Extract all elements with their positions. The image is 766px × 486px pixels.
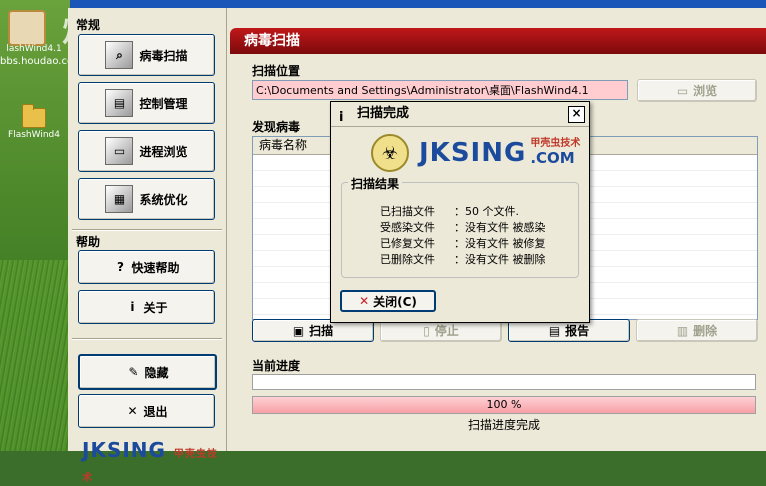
desktop-icon-label: FlashWind4 xyxy=(8,130,60,140)
close-icon: ✕ xyxy=(127,404,138,418)
left-panel: 常规 ⌕ 病毒扫描 ▤ 控制管理 ▭ 进程浏览 ▦ 系统优化 帮助 ? 快速帮助… xyxy=(68,8,227,484)
nav-virus-scan-button[interactable]: ⌕ 病毒扫描 xyxy=(78,34,215,76)
app-title-bar xyxy=(70,0,766,8)
scan-icon: ⌕ xyxy=(105,41,134,69)
result-key: 已删除文件 xyxy=(380,253,435,266)
button-label: 扫描 xyxy=(309,324,334,338)
button-label: 停止 xyxy=(434,324,459,338)
dialog-brand-side: 甲壳虫技术 .COM xyxy=(530,137,581,168)
result-value: ：没有文件 被修复 xyxy=(454,237,546,250)
browse-button[interactable]: ▭ 浏览 xyxy=(637,79,757,102)
watermark-logo-icon xyxy=(8,10,46,46)
result-row-scanned: 已扫描文件 ：50 个文件. xyxy=(380,203,519,219)
progress-percent: 100 % xyxy=(486,398,522,411)
folder-icon xyxy=(22,104,46,128)
brand-text: JKSING xyxy=(82,438,166,462)
button-label: 关闭(C) xyxy=(373,294,417,309)
folder-icon: ▭ xyxy=(676,83,689,98)
progress-label: 当前进度 xyxy=(252,359,301,373)
quick-help-button[interactable]: ? 快速帮助 xyxy=(78,250,215,284)
help-icon: ? xyxy=(117,260,124,274)
brand-logo: JKSING 甲壳虫技术 xyxy=(82,438,226,486)
nav-label: 病毒扫描 xyxy=(139,48,188,63)
divider xyxy=(72,338,222,340)
scan-path-input[interactable]: C:\Documents and Settings\Administrator\… xyxy=(252,80,628,100)
result-value: ：没有文件 被删除 xyxy=(454,253,546,266)
result-key: 已扫描文件 xyxy=(380,205,435,218)
about-button[interactable]: i 关于 xyxy=(78,290,215,324)
nav-control-management-button[interactable]: ▤ 控制管理 xyxy=(78,82,215,124)
dialog-close-button[interactable]: ✕ 关闭(C) xyxy=(340,290,436,312)
dialog-close-icon[interactable]: × xyxy=(568,106,585,123)
group-common-title: 常规 xyxy=(76,18,101,32)
page-title: 病毒扫描 xyxy=(230,28,766,54)
info-icon: i xyxy=(130,300,135,314)
desktop-icon-label: lashWind4.1 xyxy=(6,44,62,54)
monitor-icon: ▭ xyxy=(105,137,134,165)
scan-icon: ▣ xyxy=(292,323,305,338)
exit-button[interactable]: ✕ 退出 xyxy=(78,394,215,428)
button-label: 快速帮助 xyxy=(131,260,180,275)
desktop-icon-flashwind-2[interactable]: FlashWind4 xyxy=(0,104,68,140)
dialog-brand-text: JKSING xyxy=(419,138,527,168)
close-icon: ✕ xyxy=(359,294,370,308)
pin-icon: ✎ xyxy=(128,365,139,379)
result-row-deleted: 已删除文件 ：没有文件 被删除 xyxy=(380,251,546,267)
button-label: 报告 xyxy=(565,324,590,338)
report-icon: ▤ xyxy=(548,323,561,338)
total-progress-bar: 100 % xyxy=(252,396,756,414)
dialog-title: 扫描完成 xyxy=(357,106,410,121)
result-value: ：50 个文件. xyxy=(454,205,519,218)
nav-system-optimize-button[interactable]: ▦ 系统优化 xyxy=(78,178,215,220)
result-key: 受感染文件 xyxy=(380,221,435,234)
nav-label: 系统优化 xyxy=(139,192,188,207)
group-help-title: 帮助 xyxy=(76,235,101,249)
scan-result-group: 扫描结果 已扫描文件 ：50 个文件. 受感染文件 ：没有文件 被感染 已修复文件 ：… xyxy=(341,175,579,278)
scan-result-title: 扫描结果 xyxy=(348,175,403,192)
dialog-brand-logo: ☣ JKSING 甲壳虫技术 .COM xyxy=(371,134,580,172)
dialog-brand-zh: 甲壳虫技术 xyxy=(530,137,581,149)
button-label: 退出 xyxy=(143,404,168,419)
control-icon: ▤ xyxy=(105,89,134,117)
hide-button[interactable]: ✎ 隐藏 xyxy=(78,354,217,390)
result-row-infected: 受感染文件 ：没有文件 被感染 xyxy=(380,219,546,235)
found-virus-label: 发现病毒 xyxy=(252,120,301,134)
delete-button[interactable]: ▥ 删除 xyxy=(636,319,758,342)
button-label: 隐藏 xyxy=(144,365,169,380)
biohazard-icon: ☣ xyxy=(371,134,409,172)
optimize-icon: ▦ xyxy=(105,185,134,213)
button-label: 浏览 xyxy=(693,84,718,98)
result-row-repaired: 已修复文件 ：没有文件 被修复 xyxy=(380,235,546,251)
trash-icon: ▥ xyxy=(676,323,689,338)
button-label: 删除 xyxy=(693,324,718,338)
dialog-title-bar: i 扫描完成 × xyxy=(331,102,589,127)
scan-status-text: 扫描进度完成 xyxy=(467,418,540,432)
nav-process-browse-button[interactable]: ▭ 进程浏览 xyxy=(78,130,215,172)
scan-complete-dialog: i 扫描完成 × ☣ JKSING 甲壳虫技术 .COM 扫描结果 已扫描文件 ：… xyxy=(330,101,590,323)
result-value: ：没有文件 被感染 xyxy=(454,221,546,234)
divider xyxy=(72,229,222,231)
result-key: 已修复文件 xyxy=(380,237,435,250)
nav-label: 进程浏览 xyxy=(139,144,188,159)
desktop-icon-flashwind-1[interactable]: lashWind4.1 xyxy=(0,44,68,54)
desktop-grass xyxy=(0,260,70,451)
file-progress-bar xyxy=(252,374,756,390)
stop-icon: ▯ xyxy=(423,323,430,338)
button-label: 关于 xyxy=(143,300,168,315)
pin-icon: i xyxy=(339,110,344,125)
dialog-brand-com: .COM xyxy=(530,149,575,168)
scan-location-label: 扫描位置 xyxy=(252,64,301,78)
nav-label: 控制管理 xyxy=(139,96,188,111)
